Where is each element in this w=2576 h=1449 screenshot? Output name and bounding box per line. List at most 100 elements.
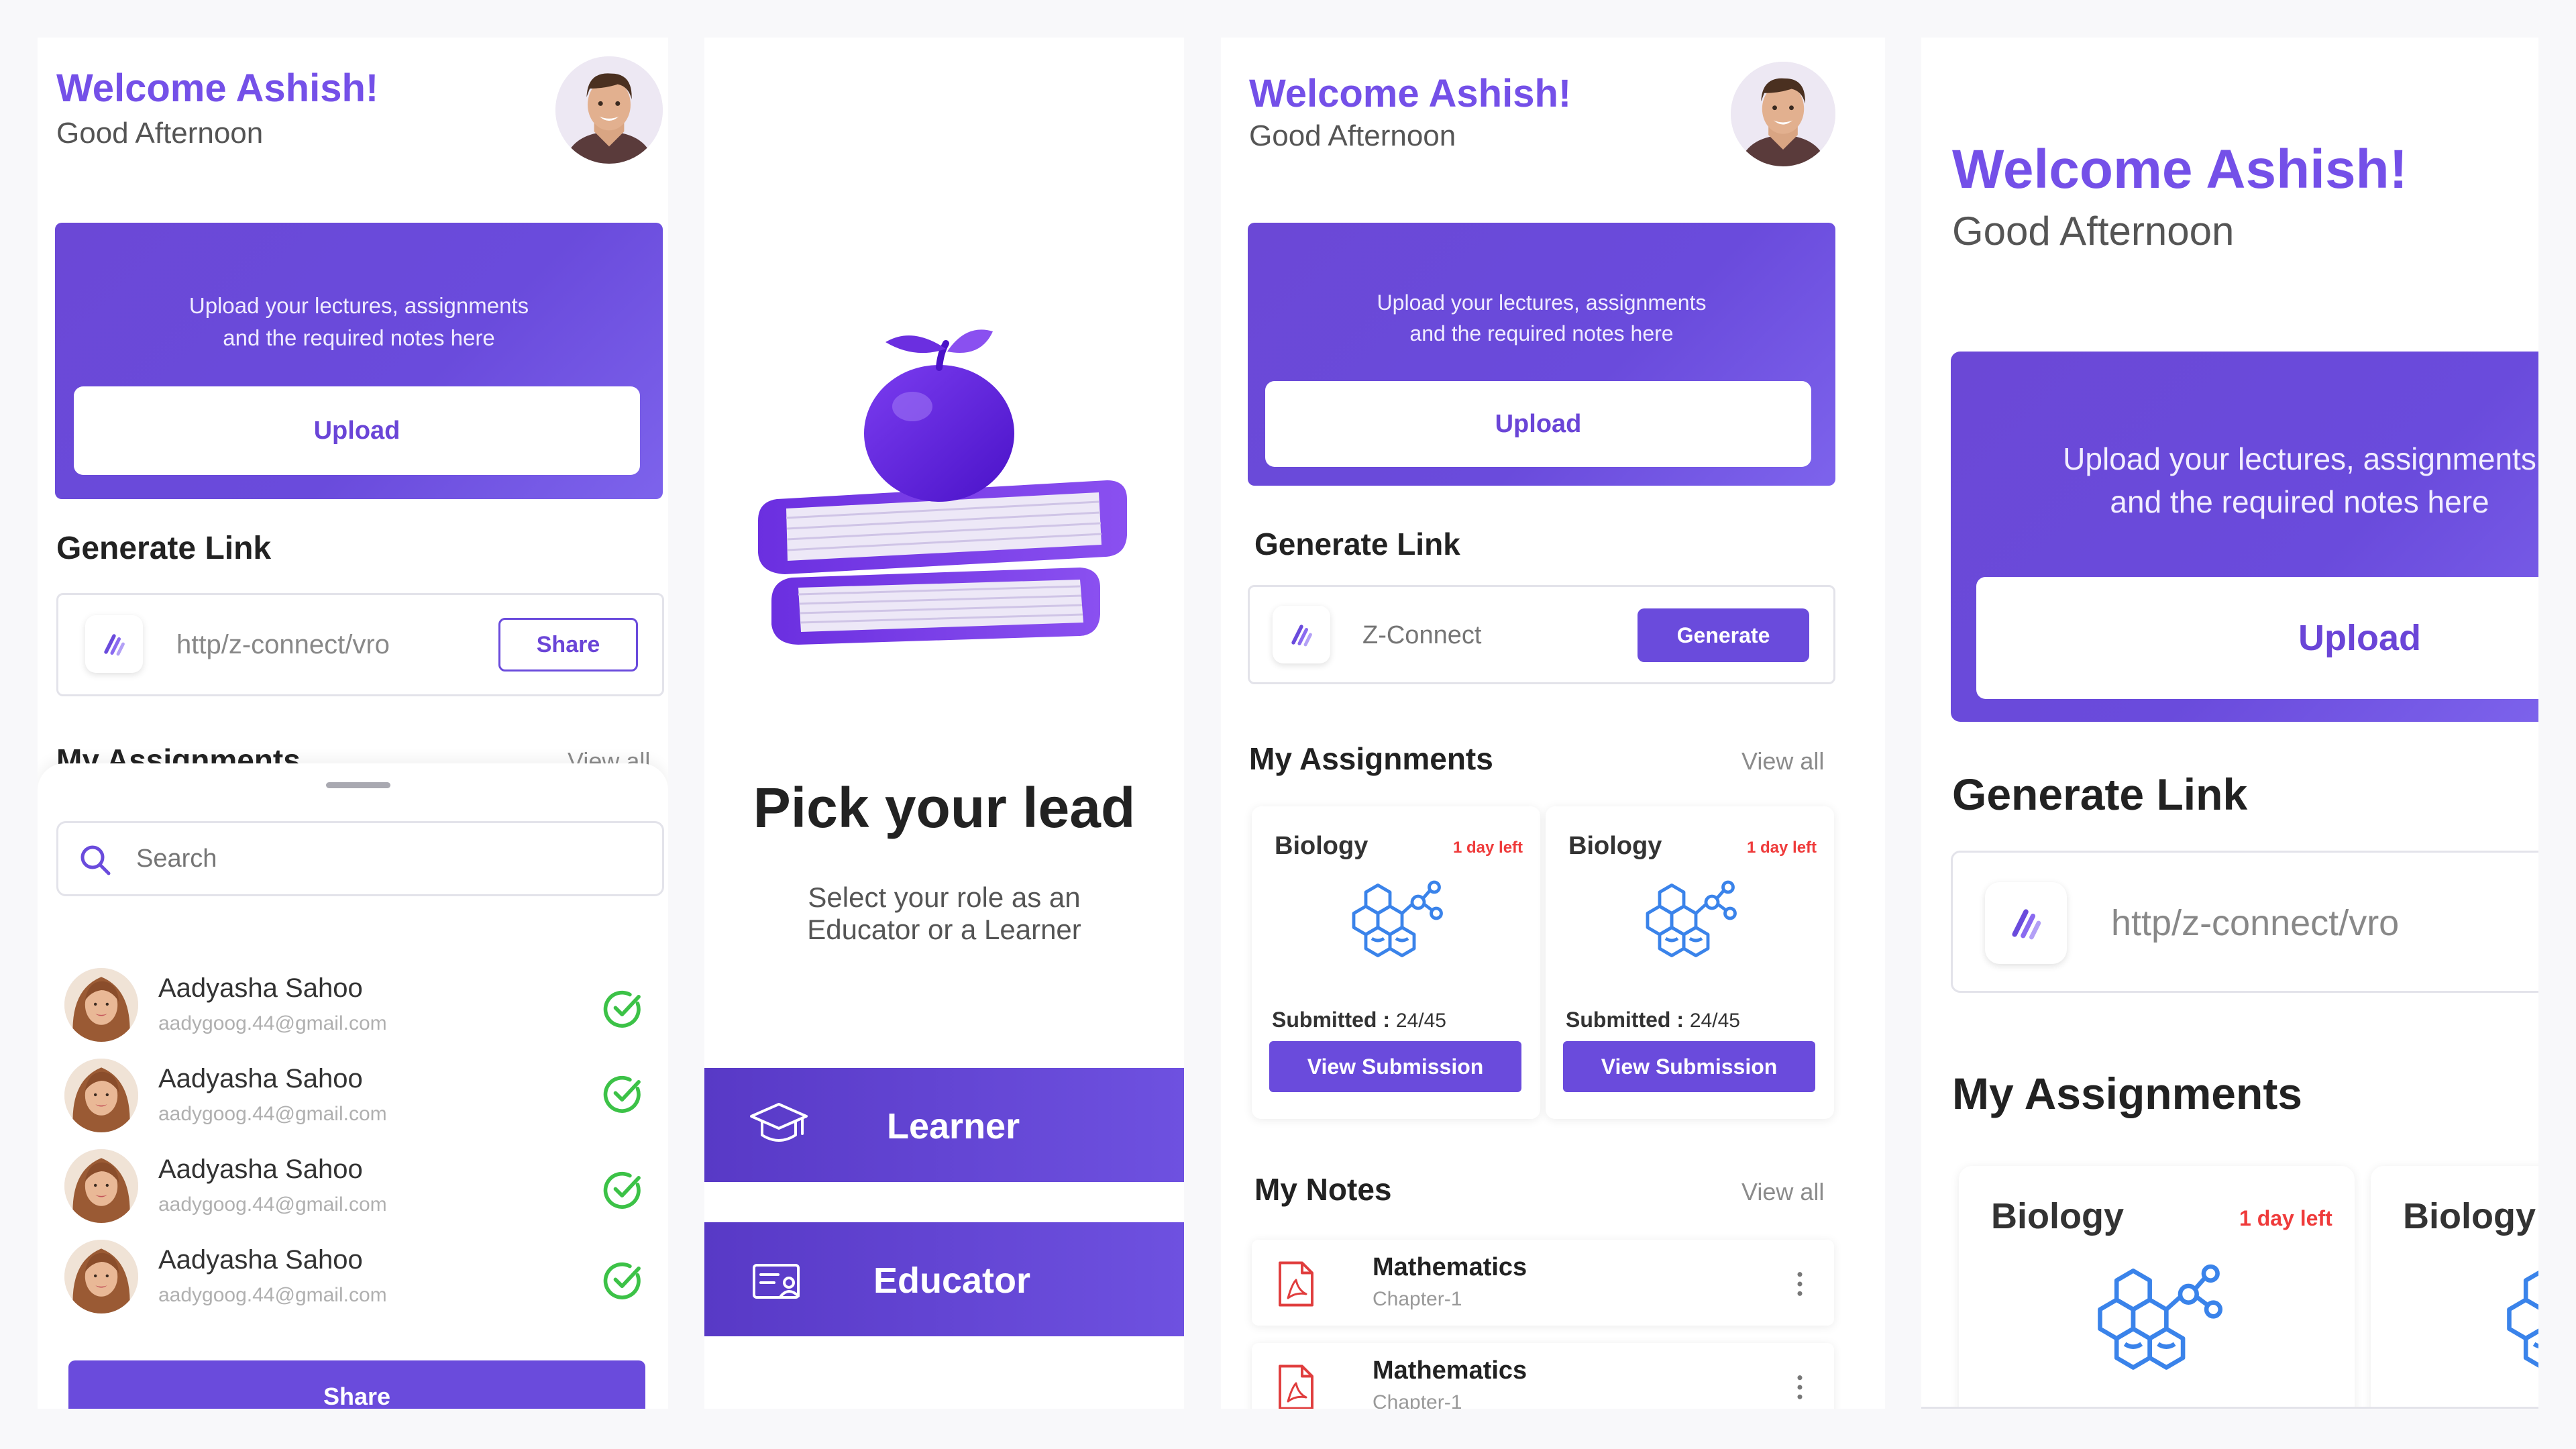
upload-button[interactable]: Upload bbox=[1265, 381, 1811, 467]
search-input[interactable] bbox=[136, 841, 606, 877]
molecule-icon bbox=[2498, 1264, 2538, 1402]
assignment-subject: Biology bbox=[1275, 832, 1368, 860]
greeting-text: Good Afternoon bbox=[1249, 119, 1456, 152]
educator-button[interactable]: Educator bbox=[704, 1222, 1184, 1336]
apple-books-illustration bbox=[758, 329, 1127, 645]
generate-link-box: Generate bbox=[1248, 585, 1835, 684]
share-bottom-sheet: Aadyasha Sahoo aadygoog.44@gmail.com Aad… bbox=[38, 763, 668, 1409]
molecule-icon bbox=[2089, 1264, 2227, 1402]
contact-avatar bbox=[64, 1059, 138, 1132]
upload-button[interactable]: Upload bbox=[1976, 577, 2538, 699]
contact-avatar bbox=[64, 1240, 138, 1313]
contact-row[interactable]: Aadyasha Sahoo aadygoog.44@gmail.com bbox=[38, 1059, 668, 1146]
learner-label: Learner bbox=[887, 1106, 1020, 1146]
screen-pick-role: Pick your lead Select your role as an Ed… bbox=[704, 38, 1184, 1409]
contact-email: aadygoog.44@gmail.com bbox=[158, 1193, 387, 1216]
link-name-input[interactable] bbox=[1362, 618, 1604, 653]
upload-button[interactable]: Upload bbox=[74, 386, 640, 475]
search-field[interactable] bbox=[56, 821, 664, 896]
submitted-value: 24/45 bbox=[1395, 1010, 1446, 1032]
assignment-card[interactable]: Biology 1 day left Submitted : 24/45 Vie… bbox=[1546, 806, 1834, 1119]
greeting-text: Good Afternoon bbox=[1952, 209, 2235, 254]
assignment-subject: Biology bbox=[2403, 1196, 2536, 1236]
my-assignments-title: My Assignments bbox=[1952, 1069, 2303, 1118]
assignment-card[interactable]: Biology bbox=[2371, 1166, 2538, 1407]
contact-email: aadygoog.44@gmail.com bbox=[158, 1012, 387, 1034]
generate-link-title: Generate Link bbox=[1254, 527, 1460, 561]
assignment-due: 1 day left bbox=[1453, 839, 1523, 857]
assignment-subject: Biology bbox=[1991, 1196, 2124, 1236]
pdf-icon bbox=[1276, 1260, 1316, 1308]
contact-name: Aadyasha Sahoo bbox=[158, 1155, 363, 1184]
assignment-subject: Biology bbox=[1568, 832, 1662, 860]
pdf-icon bbox=[1276, 1363, 1316, 1409]
upload-card: Upload your lectures, assignments and th… bbox=[1248, 223, 1835, 486]
assignment-card[interactable]: Biology 1 day left Submitted : 24/45 Vie… bbox=[1252, 806, 1540, 1119]
contact-avatar bbox=[64, 1149, 138, 1223]
upload-card-text: Upload your lectures, assignments and th… bbox=[1377, 290, 1707, 345]
assignment-due: 1 day left bbox=[1747, 839, 1817, 857]
notes-view-all-link[interactable]: View all bbox=[1741, 1178, 1824, 1206]
view-submission-button[interactable]: View Submission bbox=[1563, 1041, 1815, 1092]
note-subtitle: Chapter-1 bbox=[1373, 1288, 1462, 1310]
z-connect-logo bbox=[1273, 606, 1330, 663]
share-button[interactable]: Share bbox=[68, 1360, 645, 1409]
upload-card: Upload your lectures, assignments and th… bbox=[55, 223, 663, 499]
assignment-card[interactable]: Biology 1 day left bbox=[1959, 1166, 2355, 1407]
upload-card-text: Upload your lectures, assignments and th… bbox=[189, 293, 529, 350]
more-vertical-icon[interactable] bbox=[1795, 1269, 1805, 1299]
welcome-title: Welcome Ashish! bbox=[56, 66, 379, 110]
note-title: Mathematics bbox=[1373, 1253, 1527, 1281]
upload-card-text: Upload your lectures, assignments and th… bbox=[2058, 437, 2538, 523]
assignments-view-all-link[interactable]: View all bbox=[1741, 747, 1824, 775]
check-circle-icon[interactable] bbox=[601, 1168, 645, 1212]
contact-name: Aadyasha Sahoo bbox=[158, 973, 363, 1003]
screen-share-sheet: Welcome Ashish! Good Afternoon Upload yo… bbox=[38, 38, 668, 1409]
check-circle-icon[interactable] bbox=[601, 1072, 645, 1116]
generate-link-box: http/z-connect/vro Share bbox=[56, 593, 664, 696]
welcome-title: Welcome Ashish! bbox=[1249, 72, 1572, 115]
my-notes-title: My Notes bbox=[1254, 1172, 1392, 1207]
link-value-text: http/z-connect/vro bbox=[176, 630, 390, 659]
view-submission-button[interactable]: View Submission bbox=[1269, 1041, 1521, 1092]
z-connect-logo bbox=[1985, 882, 2067, 964]
contact-email: aadygoog.44@gmail.com bbox=[158, 1103, 387, 1125]
upload-card-text-content: Upload your lectures, assignments and th… bbox=[2063, 441, 2536, 519]
submitted-label-text: Submitted : bbox=[1566, 1008, 1684, 1032]
id-card-icon bbox=[753, 1264, 800, 1299]
upload-button-label: Upload bbox=[2298, 618, 2421, 658]
z-connect-logo bbox=[85, 615, 143, 673]
molecule-icon bbox=[1640, 880, 1740, 981]
more-vertical-icon[interactable] bbox=[1795, 1373, 1805, 1402]
submitted-label: Submitted : 24/45 bbox=[1566, 1008, 1740, 1032]
share-link-button[interactable]: Share bbox=[498, 618, 638, 672]
contact-name: Aadyasha Sahoo bbox=[158, 1064, 363, 1093]
check-circle-icon[interactable] bbox=[601, 1258, 645, 1303]
note-title: Mathematics bbox=[1373, 1356, 1527, 1385]
contact-row[interactable]: Aadyasha Sahoo aadygoog.44@gmail.com bbox=[38, 1149, 668, 1236]
link-value-text: http/z-connect/vro bbox=[2111, 903, 2400, 943]
submitted-value: 24/45 bbox=[1689, 1010, 1740, 1032]
screen-dashboard-zoomed: Welcome Ashish! Good Afternoon Upload yo… bbox=[1921, 38, 2538, 1409]
my-assignments-title: My Assignments bbox=[1249, 741, 1493, 776]
avatar[interactable] bbox=[1731, 62, 1835, 166]
assignment-due: 1 day left bbox=[2239, 1206, 2332, 1230]
note-item[interactable]: Mathematics Chapter-1 bbox=[1252, 1343, 1834, 1409]
avatar[interactable] bbox=[555, 56, 663, 164]
generate-link-title: Generate Link bbox=[56, 531, 272, 566]
generate-button[interactable]: Generate bbox=[1638, 608, 1809, 662]
contact-row[interactable]: Aadyasha Sahoo aadygoog.44@gmail.com bbox=[38, 968, 668, 1055]
contact-row[interactable]: Aadyasha Sahoo aadygoog.44@gmail.com bbox=[38, 1240, 668, 1327]
contact-email: aadygoog.44@gmail.com bbox=[158, 1284, 387, 1306]
sheet-drag-handle[interactable] bbox=[326, 782, 390, 788]
note-item[interactable]: Mathematics Chapter-1 bbox=[1252, 1240, 1834, 1326]
submitted-label-text: Submitted : bbox=[1272, 1008, 1390, 1032]
molecule-icon bbox=[1346, 880, 1446, 981]
welcome-title: Welcome Ashish! bbox=[1952, 139, 2408, 200]
note-subtitle: Chapter-1 bbox=[1373, 1391, 1462, 1409]
search-icon bbox=[80, 845, 111, 875]
check-circle-icon[interactable] bbox=[601, 987, 645, 1031]
upload-card: Upload your lectures, assignments and th… bbox=[1951, 352, 2538, 722]
contact-name: Aadyasha Sahoo bbox=[158, 1245, 363, 1275]
learner-button[interactable]: Learner bbox=[704, 1068, 1184, 1182]
